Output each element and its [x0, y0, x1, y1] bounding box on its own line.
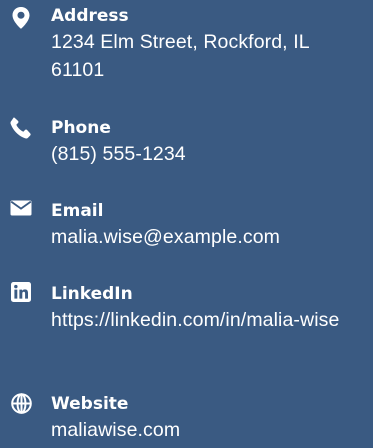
globe-icon [9, 393, 33, 417]
website-text: Website maliawise.com [51, 392, 367, 444]
phone-label: Phone [51, 118, 111, 138]
email-text: Email malia.wise@example.com [51, 199, 367, 251]
linkedin-label: LinkedIn [51, 284, 133, 304]
email-label: Email [51, 201, 104, 221]
location-pin-icon [9, 7, 33, 31]
envelope-icon [9, 199, 33, 223]
address-label: Address [51, 6, 129, 26]
website-label: Website [51, 394, 129, 414]
address-text: Address 1234 Elm Street, Rockford, IL 61… [51, 4, 367, 84]
linkedin-value[interactable]: https://linkedin.com/in/malia-wise [51, 306, 367, 334]
email-value[interactable]: malia.wise@example.com [51, 223, 367, 251]
phone-icon [9, 117, 33, 141]
phone-text: Phone (815) 555-1234 [51, 116, 367, 168]
phone-value[interactable]: (815) 555-1234 [51, 140, 367, 168]
website-value[interactable]: maliawise.com [51, 416, 367, 444]
contact-list: Address 1234 Elm Street, Rockford, IL 61… [0, 0, 373, 448]
linkedin-text: LinkedIn https://linkedin.com/in/malia-w… [51, 282, 367, 334]
address-value: 1234 Elm Street, Rockford, IL 61101 [51, 31, 309, 81]
linkedin-icon [9, 282, 33, 306]
